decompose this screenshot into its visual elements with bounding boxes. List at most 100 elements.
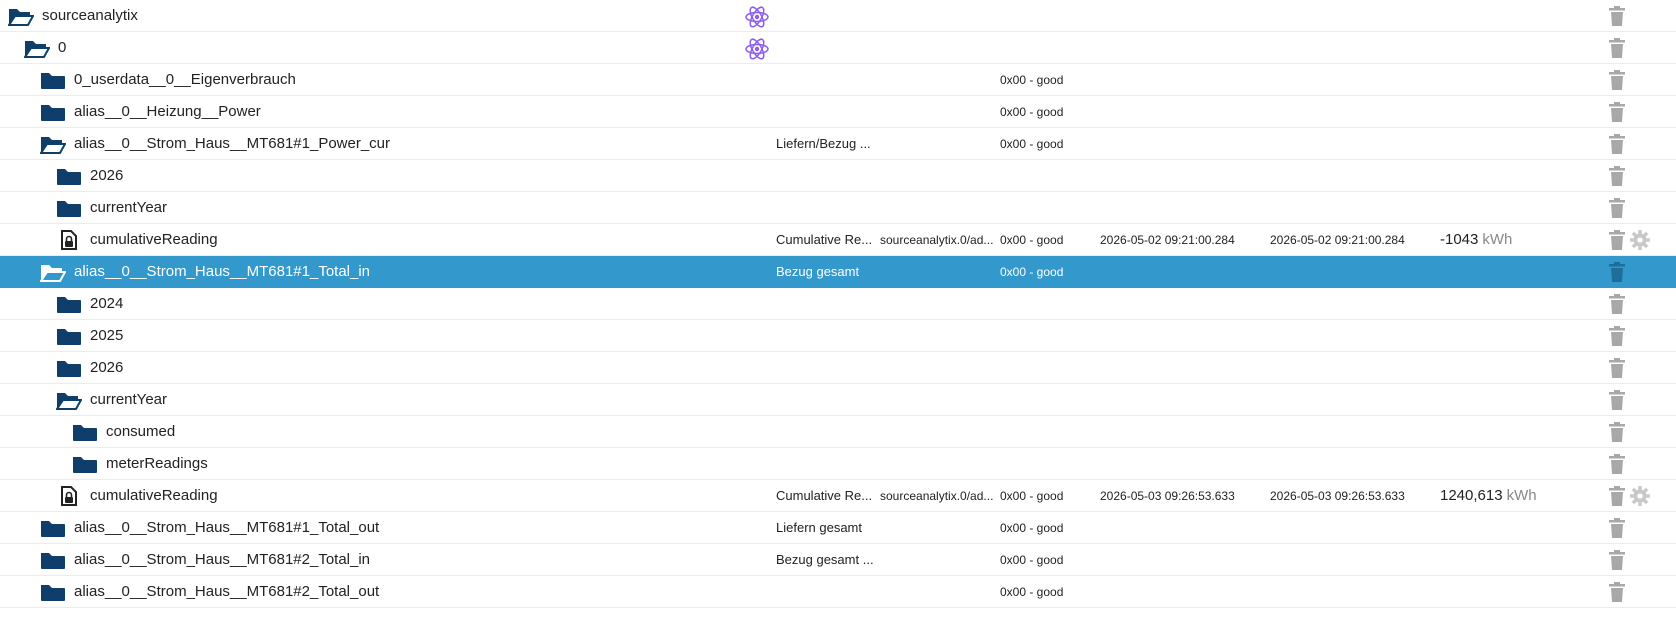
object-id-label: alias__0__Strom_Haus__MT681#1_Total_in bbox=[74, 263, 371, 280]
folder-open-icon[interactable] bbox=[39, 262, 67, 282]
gear-icon[interactable] bbox=[1630, 486, 1650, 506]
folder-icon[interactable] bbox=[56, 294, 82, 314]
quality-label: 0x00 - good bbox=[1000, 521, 1064, 535]
folder-open-icon[interactable] bbox=[55, 390, 83, 410]
delete-icon[interactable] bbox=[1608, 358, 1626, 378]
object-id-label: 2026 bbox=[90, 359, 124, 376]
value-cell[interactable]: 1240,613 kWh bbox=[1440, 480, 1537, 512]
quality-label: 0x00 - good bbox=[1000, 105, 1064, 119]
object-tree: sourceanalytix 0 0_userdata__0__Eigenverbr… bbox=[0, 0, 1676, 617]
tree-row[interactable]: cumulativeReading Cumulative Re... sourcea… bbox=[0, 224, 1676, 256]
tree-row[interactable]: consumed bbox=[0, 416, 1676, 448]
object-id-label: alias__0__Strom_Haus__MT681#1_Power_cur bbox=[74, 135, 391, 152]
tree-row[interactable]: 0_userdata__0__Eigenverbrauch 0x00 - good bbox=[0, 64, 1676, 96]
object-source: sourceanalytix.0/ad... bbox=[880, 489, 994, 503]
delete-icon[interactable] bbox=[1608, 486, 1626, 506]
delete-icon[interactable] bbox=[1608, 166, 1626, 186]
object-id-label: cumulativeReading bbox=[90, 231, 218, 248]
tree-row[interactable]: currentYear bbox=[0, 192, 1676, 224]
delete-icon[interactable] bbox=[1608, 102, 1626, 122]
delete-icon[interactable] bbox=[1608, 198, 1626, 218]
delete-icon[interactable] bbox=[1608, 454, 1626, 474]
folder-icon[interactable] bbox=[40, 582, 66, 602]
object-name: Cumulative Re... bbox=[776, 488, 873, 503]
object-name: Bezug gesamt ... bbox=[776, 552, 874, 567]
delete-icon[interactable] bbox=[1608, 518, 1626, 538]
file-lock-icon[interactable] bbox=[56, 486, 82, 506]
object-id-label: alias__0__Strom_Haus__MT681#2_Total_in bbox=[74, 551, 371, 568]
quality-label: 0x00 - good bbox=[1000, 73, 1064, 87]
tree-row[interactable]: alias__0__Heizung__Power 0x00 - good bbox=[0, 96, 1676, 128]
tree-row[interactable]: currentYear bbox=[0, 384, 1676, 416]
tree-row[interactable]: alias__0__Strom_Haus__MT681#1_Total_out L… bbox=[0, 512, 1676, 544]
tree-row[interactable]: meterReadings bbox=[0, 448, 1676, 480]
delete-icon[interactable] bbox=[1608, 230, 1626, 250]
folder-icon[interactable] bbox=[40, 70, 66, 90]
object-id-label: meterReadings bbox=[106, 455, 208, 472]
tree-row[interactable]: alias__0__Strom_Haus__MT681#1_Power_cur L… bbox=[0, 128, 1676, 160]
object-id-label: consumed bbox=[106, 423, 176, 440]
gear-icon[interactable] bbox=[1630, 230, 1650, 250]
tree-row[interactable]: cumulativeReading Cumulative Re... sourcea… bbox=[0, 480, 1676, 512]
delete-icon[interactable] bbox=[1608, 422, 1626, 442]
tree-row[interactable]: 0 bbox=[0, 32, 1676, 64]
delete-icon[interactable] bbox=[1608, 326, 1626, 346]
tree-row[interactable]: sourceanalytix bbox=[0, 0, 1676, 32]
object-id-label: 2024 bbox=[90, 295, 124, 312]
delete-icon[interactable] bbox=[1608, 390, 1626, 410]
delete-icon[interactable] bbox=[1608, 70, 1626, 90]
adapter-icon bbox=[744, 4, 770, 30]
folder-icon[interactable] bbox=[40, 102, 66, 122]
tree-row[interactable]: 2026 bbox=[0, 160, 1676, 192]
object-name: Bezug gesamt bbox=[776, 264, 860, 279]
delete-icon[interactable] bbox=[1608, 38, 1626, 58]
quality-label: 0x00 - good bbox=[1000, 233, 1064, 247]
value-cell[interactable]: -1043 kWh bbox=[1440, 224, 1512, 256]
folder-open-icon[interactable] bbox=[39, 134, 67, 154]
last-change: 2026-05-03 09:26:53.633 bbox=[1270, 489, 1405, 503]
quality-label: 0x00 - good bbox=[1000, 585, 1064, 599]
delete-icon[interactable] bbox=[1608, 294, 1626, 314]
tree-row[interactable]: 2024 bbox=[0, 288, 1676, 320]
object-name: Cumulative Re... bbox=[776, 232, 873, 247]
object-id-label: cumulativeReading bbox=[90, 487, 218, 504]
object-id-label: 2026 bbox=[90, 167, 124, 184]
object-name: Liefern gesamt bbox=[776, 520, 862, 535]
folder-open-icon[interactable] bbox=[23, 38, 51, 58]
timestamp: 2026-05-03 09:26:53.633 bbox=[1100, 489, 1235, 503]
object-source: sourceanalytix.0/ad... bbox=[880, 233, 994, 247]
tree-row[interactable]: alias__0__Strom_Haus__MT681#2_Total_out 0… bbox=[0, 576, 1676, 608]
file-lock-icon[interactable] bbox=[56, 230, 82, 250]
adapter-icon bbox=[744, 36, 770, 62]
folder-icon[interactable] bbox=[56, 198, 82, 218]
tree-row[interactable]: 2026 bbox=[0, 352, 1676, 384]
folder-icon[interactable] bbox=[56, 166, 82, 186]
delete-icon[interactable] bbox=[1608, 6, 1626, 26]
tree-row-selected[interactable]: alias__0__Strom_Haus__MT681#1_Total_in Be… bbox=[0, 256, 1676, 288]
folder-icon[interactable] bbox=[40, 550, 66, 570]
folder-icon[interactable] bbox=[40, 518, 66, 538]
delete-icon[interactable] bbox=[1608, 582, 1626, 602]
timestamp: 2026-05-02 09:21:00.284 bbox=[1100, 233, 1235, 247]
folder-icon[interactable] bbox=[56, 358, 82, 378]
folder-icon[interactable] bbox=[72, 454, 98, 474]
tree-row[interactable]: 2025 bbox=[0, 320, 1676, 352]
object-name: Liefern/Bezug ... bbox=[776, 136, 871, 151]
delete-icon[interactable] bbox=[1608, 262, 1626, 282]
object-id-label: 0_userdata__0__Eigenverbrauch bbox=[74, 71, 296, 88]
last-change: 2026-05-02 09:21:00.284 bbox=[1270, 233, 1405, 247]
folder-icon[interactable] bbox=[72, 422, 98, 442]
tree-row[interactable]: alias__0__Strom_Haus__MT681#2_Total_in Be… bbox=[0, 544, 1676, 576]
object-id-label: 0 bbox=[58, 39, 67, 56]
folder-icon[interactable] bbox=[56, 326, 82, 346]
object-id-label: 2025 bbox=[90, 327, 124, 344]
object-id-label: alias__0__Strom_Haus__MT681#2_Total_out bbox=[74, 583, 380, 600]
object-id-label: alias__0__Heizung__Power bbox=[74, 103, 261, 120]
value-number: -1043 bbox=[1440, 231, 1479, 248]
folder-open-icon[interactable] bbox=[7, 6, 35, 26]
object-id-label: alias__0__Strom_Haus__MT681#1_Total_out bbox=[74, 519, 380, 536]
delete-icon[interactable] bbox=[1608, 550, 1626, 570]
object-id-label: currentYear bbox=[90, 391, 167, 408]
value-unit: kWh bbox=[1482, 231, 1513, 248]
delete-icon[interactable] bbox=[1608, 134, 1626, 154]
